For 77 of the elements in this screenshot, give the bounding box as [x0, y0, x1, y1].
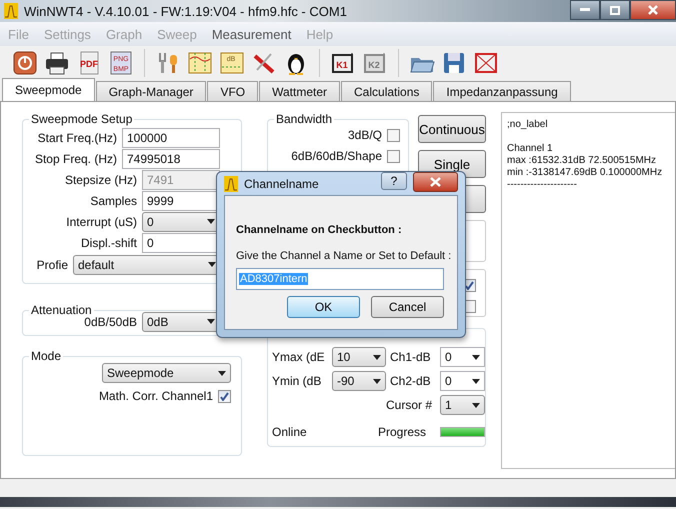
tab[interactable]: Wattmeter	[259, 81, 340, 101]
field-label: Cursor #	[384, 398, 433, 412]
dialog-button[interactable]: OK	[287, 296, 360, 318]
dropdown-arrow-icon	[373, 354, 381, 360]
tab[interactable]: Calculations	[341, 81, 432, 101]
log-line: ---------------------	[507, 179, 578, 191]
log-line: min :-3138147.69dB 0.100000MHz	[507, 167, 664, 179]
group-title: Attenuation	[30, 303, 93, 317]
field-label: Start Freq.(Hz)	[36, 130, 118, 144]
sweep-button[interactable]: Continuous	[418, 115, 486, 143]
group-title: Bandwidth	[275, 112, 334, 126]
close-icon	[648, 5, 658, 15]
dropdown-arrow-icon	[472, 402, 480, 408]
checkbox[interactable]	[387, 128, 400, 142]
ch1-dropdown[interactable]: 0	[440, 347, 485, 367]
field-label: 0dB/50dB	[83, 314, 138, 328]
dropdown-arrow-icon	[472, 354, 480, 360]
progress-label: Progress	[376, 424, 427, 439]
tab[interactable]: Graph-Manager	[96, 81, 206, 101]
toolbar-printer-icon[interactable]	[44, 50, 70, 76]
close-button[interactable]	[413, 172, 458, 192]
checkbox[interactable]	[218, 390, 231, 402]
field-label: Interrupt (uS)	[65, 214, 138, 228]
checkbox-label: 6dB/60dB/Shape	[291, 149, 382, 163]
field-label: Stepsize (Hz)	[64, 172, 138, 186]
window-title: WinNWT4 - V.4.10.01 - FW:1.19:V04 - hfm9.hfc - COM1	[24, 4, 348, 18]
field-label: Ymin (dB	[272, 374, 322, 388]
dropdown-arrow-icon	[208, 262, 216, 267]
status-text: Online	[272, 424, 308, 439]
log-line: max :61532.31dB 72.500515MHz	[507, 155, 657, 167]
close-icon	[430, 177, 441, 187]
dropdown-arrow-icon	[472, 378, 480, 384]
toolbar-frame-icon[interactable]	[473, 50, 499, 76]
dropdown-arrow-icon	[218, 370, 226, 376]
dropdown-arrow-icon	[373, 378, 381, 384]
close-button[interactable]	[630, 0, 676, 20]
group-title: Sweepmode Setup	[30, 112, 134, 126]
toolbar-power-icon[interactable]	[12, 50, 38, 76]
dropdown-arrow-icon	[207, 219, 215, 224]
app-icon	[4, 3, 18, 19]
maximize-button[interactable]	[600, 0, 630, 20]
menu-item[interactable]: Measurement	[212, 26, 292, 42]
checkbox-label: Math. Corr. Channel1	[98, 389, 213, 403]
dialog-prompt: Give the Channel a Name or Set to Default :	[236, 250, 452, 262]
cursor-dropdown[interactable]: 1	[440, 395, 485, 415]
ymin-dropdown[interactable]: -90	[332, 371, 386, 391]
log-line: Channel 1	[507, 143, 554, 155]
field-label: Profie	[36, 258, 69, 272]
app-icon	[224, 176, 238, 192]
mode-dropdown[interactable]: Sweepmode	[102, 363, 231, 383]
log-line: ;no_label	[507, 119, 549, 131]
ch2-dropdown[interactable]: 0	[440, 371, 485, 391]
checkbox[interactable]	[387, 150, 400, 162]
minimize-icon	[580, 8, 590, 12]
minimize-button[interactable]	[570, 0, 600, 20]
tab[interactable]: Sweepmode	[2, 78, 95, 101]
checkbox-label: 3dB/Q	[348, 128, 382, 142]
field-label: Ch2-dB	[390, 374, 432, 388]
field-label: Stop Freq. (Hz)	[34, 152, 118, 166]
field-label: Displ.-shift	[80, 236, 138, 250]
field-label: Samples	[89, 194, 138, 208]
dialog-title: Channelname	[244, 176, 320, 190]
dialog-heading: Channelname on Checkbutton :	[236, 224, 403, 236]
group-title: Mode	[30, 349, 62, 363]
input-field[interactable]: 100000	[122, 128, 220, 148]
field-label: Ch1-dB	[390, 350, 432, 364]
tab[interactable]: VFO	[207, 81, 258, 101]
field-label: Ymax (dE	[272, 350, 326, 364]
help-button[interactable]: ?	[381, 172, 407, 190]
input-field[interactable]: 74995018	[122, 148, 220, 168]
dialog-button[interactable]: Cancel	[371, 296, 444, 318]
tab[interactable]: Impedanzanpassung	[433, 81, 571, 101]
dropdown-arrow-icon	[207, 319, 215, 324]
ymax-dropdown[interactable]: 10	[332, 347, 386, 367]
maximize-icon	[610, 6, 620, 14]
toolbar-floppy-icon[interactable]	[441, 50, 467, 76]
toolbar-graph-icon[interactable]	[187, 50, 213, 76]
